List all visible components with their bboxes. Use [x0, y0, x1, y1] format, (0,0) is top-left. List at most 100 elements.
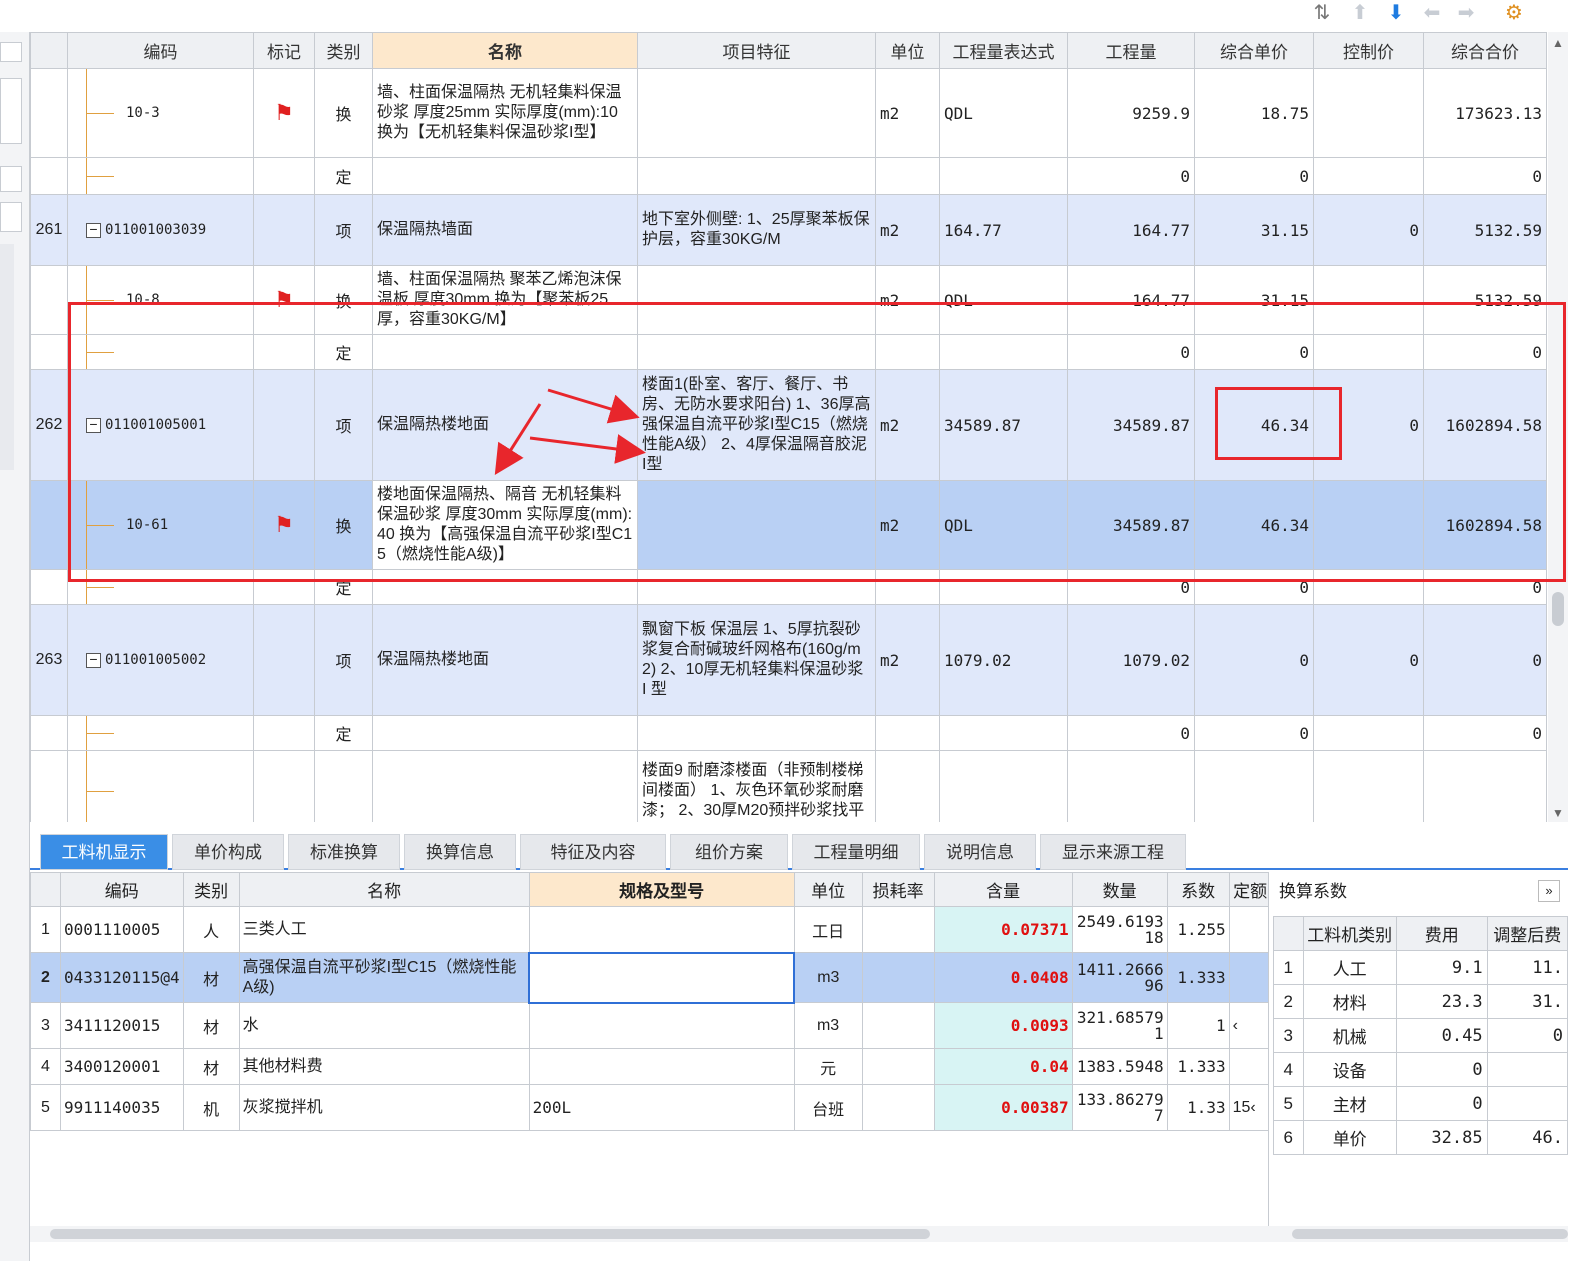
- coef-fee-cell[interactable]: 0.45: [1395, 1018, 1488, 1053]
- type-cell[interactable]: 换: [314, 68, 373, 158]
- res-no-cell[interactable]: 2: [30, 952, 61, 1003]
- coef-header-cat[interactable]: 工料机类别: [1302, 916, 1397, 951]
- header-expr[interactable]: 工程量表达式: [939, 32, 1068, 69]
- res-header-unit[interactable]: 单位: [793, 872, 863, 907]
- coef-adj-cell[interactable]: 46.: [1486, 1120, 1569, 1155]
- panel-hscroll-thumb[interactable]: [1292, 1229, 1568, 1239]
- res-loss-cell[interactable]: [861, 1048, 935, 1085]
- res-quota-cell[interactable]: [1228, 1048, 1272, 1085]
- res-spec-cell[interactable]: [528, 906, 795, 953]
- row-number[interactable]: 262: [30, 369, 68, 481]
- coef-fee-cell[interactable]: 32.85: [1395, 1120, 1488, 1155]
- expr-cell[interactable]: [939, 157, 1068, 195]
- bottom-tab[interactable]: 特征及内容: [520, 834, 666, 870]
- row-number[interactable]: 261: [30, 194, 68, 266]
- type-cell[interactable]: 项: [314, 194, 373, 266]
- coef-header-fee[interactable]: 费用: [1395, 916, 1488, 951]
- scroll-up-icon[interactable]: ▲: [1552, 36, 1564, 50]
- qty-cell[interactable]: 0: [1067, 715, 1195, 751]
- res-content-cell[interactable]: 0.0093: [933, 1002, 1073, 1049]
- mark-cell[interactable]: [253, 604, 315, 716]
- coef-adj-cell[interactable]: 11.: [1486, 950, 1569, 985]
- horizontal-scrollbar[interactable]: [30, 1226, 1568, 1242]
- grid-row[interactable]: 定000: [30, 715, 1547, 751]
- name-cell[interactable]: 保温隔热楼地面: [372, 604, 638, 716]
- resource-row[interactable]: 5 9911140035 机灰浆搅拌机 200L 台班 0.00387 133.862797…: [30, 1084, 1272, 1131]
- res-no-cell[interactable]: 3: [30, 1002, 61, 1049]
- mark-cell[interactable]: [253, 194, 315, 266]
- ctrl-cell[interactable]: 0: [1313, 194, 1424, 266]
- coef-adj-cell[interactable]: 0: [1486, 1018, 1569, 1053]
- collapse-icon[interactable]: [0, 42, 22, 62]
- feature-cell[interactable]: [637, 715, 876, 751]
- unit-cell[interactable]: [875, 715, 940, 751]
- code-cell[interactable]: 10-3: [67, 68, 254, 158]
- expr-cell[interactable]: 164.77: [939, 194, 1068, 266]
- mark-cell[interactable]: [253, 715, 315, 751]
- res-content-cell[interactable]: 0.0408: [933, 952, 1073, 1003]
- header-unit[interactable]: 单位: [875, 32, 940, 69]
- header-mark[interactable]: 标记: [253, 32, 315, 69]
- unit-cell[interactable]: [875, 157, 940, 195]
- code-cell[interactable]: [67, 750, 254, 822]
- coef-no-cell[interactable]: 6: [1273, 1120, 1304, 1155]
- res-coef-cell[interactable]: 1.333: [1166, 952, 1230, 1003]
- res-loss-cell[interactable]: [861, 1002, 935, 1049]
- res-loss-cell[interactable]: [861, 1084, 935, 1131]
- coef-header-adj[interactable]: 调整后费: [1486, 916, 1569, 951]
- coef-cat-cell[interactable]: 设备: [1302, 1052, 1397, 1087]
- res-name-cell[interactable]: 高强保温自流平砂浆I型C15（燃烧性能A级): [238, 952, 530, 1003]
- feature-cell[interactable]: 楼面9 耐磨漆楼面（非预制楼梯间楼面） 1、灰色环氧砂浆耐磨漆； 2、30厚M2…: [637, 750, 876, 822]
- coef-row[interactable]: 2 材料 23.3 31.: [1273, 984, 1569, 1019]
- res-content-cell[interactable]: 0.04: [933, 1048, 1073, 1085]
- mark-cell[interactable]: [253, 750, 315, 822]
- res-name-cell[interactable]: 灰浆搅拌机: [238, 1084, 530, 1131]
- res-header-amount[interactable]: 数量: [1071, 872, 1168, 907]
- type-cell[interactable]: 定: [314, 715, 373, 751]
- res-amount-cell[interactable]: 2549.619318: [1071, 906, 1168, 953]
- res-type-cell[interactable]: 材: [182, 1048, 240, 1085]
- grid-row[interactable]: 261−011001003039 项保温隔热墙面 地下室外侧壁: 1、25厚聚苯板保…: [30, 194, 1547, 266]
- move-right-icon[interactable]: ➡: [1452, 0, 1480, 28]
- res-coef-cell[interactable]: 1.33: [1166, 1084, 1230, 1131]
- row-number[interactable]: [30, 569, 68, 605]
- header-ctrl[interactable]: 控制价: [1313, 32, 1424, 69]
- total-cell[interactable]: 5132.59: [1423, 194, 1547, 266]
- ctrl-cell[interactable]: [1313, 750, 1424, 822]
- res-coef-cell[interactable]: 1.255: [1166, 906, 1230, 953]
- res-spec-cell[interactable]: [528, 1002, 795, 1049]
- feature-cell[interactable]: [637, 68, 876, 158]
- coef-no-cell[interactable]: 2: [1273, 984, 1304, 1019]
- ctrl-cell[interactable]: [1313, 68, 1424, 158]
- collapse-tree-icon[interactable]: −: [86, 652, 101, 668]
- unit-cell[interactable]: m2: [875, 604, 940, 716]
- row-number[interactable]: [30, 265, 68, 335]
- res-name-cell[interactable]: 其他材料费: [238, 1048, 530, 1085]
- res-no-cell[interactable]: 1: [30, 906, 61, 953]
- resource-row[interactable]: 4 3400120001 材其他材料费 元 0.04 1383.5948 1.333: [30, 1048, 1272, 1085]
- mark-cell[interactable]: [253, 157, 315, 195]
- total-cell[interactable]: 173623.13: [1423, 68, 1547, 158]
- feature-cell[interactable]: [637, 157, 876, 195]
- res-header-loss[interactable]: 损耗率: [861, 872, 935, 907]
- price-cell[interactable]: 0: [1194, 715, 1314, 751]
- res-quota-cell[interactable]: [1228, 906, 1272, 953]
- coef-fee-cell[interactable]: 0: [1395, 1052, 1488, 1087]
- res-unit-cell[interactable]: 元: [793, 1048, 863, 1085]
- res-coef-cell[interactable]: 1: [1166, 1002, 1230, 1049]
- qty-cell[interactable]: 9259.9: [1067, 68, 1195, 158]
- res-header-spec[interactable]: 规格及型号: [528, 872, 795, 907]
- price-cell[interactable]: 31.15: [1194, 194, 1314, 266]
- ctrl-cell[interactable]: [1313, 157, 1424, 195]
- type-cell[interactable]: 定: [314, 157, 373, 195]
- res-quota-cell[interactable]: [1228, 952, 1272, 1003]
- res-spec-cell[interactable]: [528, 951, 796, 1004]
- res-header-name[interactable]: 名称: [238, 872, 530, 907]
- res-no-cell[interactable]: 5: [30, 1084, 61, 1131]
- move-down-icon[interactable]: ⬇: [1382, 0, 1410, 28]
- coef-cat-cell[interactable]: 单价: [1302, 1120, 1397, 1155]
- res-amount-cell[interactable]: 133.862797: [1071, 1084, 1168, 1131]
- move-up-icon[interactable]: ⬆: [1346, 0, 1374, 28]
- coef-row[interactable]: 4 设备 0: [1273, 1052, 1569, 1087]
- name-cell[interactable]: [372, 157, 638, 195]
